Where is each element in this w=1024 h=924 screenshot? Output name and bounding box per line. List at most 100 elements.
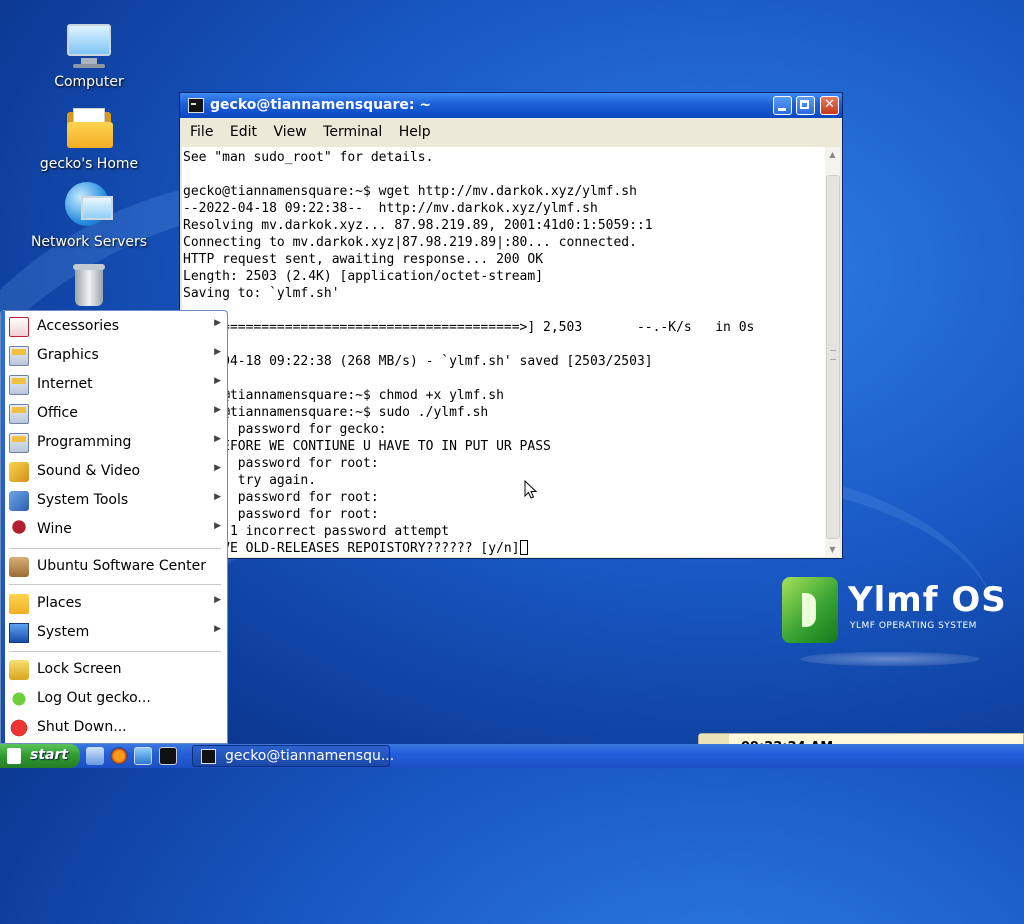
scroll-up-icon[interactable]: ▲ (825, 147, 840, 162)
submenu-arrow-icon: ▶ (214, 595, 221, 605)
menu-separator (9, 651, 221, 652)
menu-item-shut-down[interactable]: Shut Down... (5, 715, 227, 741)
taskbar-terminal-button[interactable]: gecko@tiannamensqu... (192, 745, 394, 767)
menu-item-label: Log Out gecko... (37, 690, 151, 706)
menu-item-label: System (37, 624, 90, 640)
logo-title: Ylmf OS (848, 580, 1007, 620)
menu-separator (9, 548, 221, 549)
title-bar[interactable]: gecko@tiannamensquare: ~ ✕ (180, 93, 842, 118)
network-icon (65, 182, 113, 230)
taskbar-button-label: gecko@tiannamensqu... (225, 748, 395, 764)
menu-item-system-tools[interactable]: System Tools ▶ (5, 488, 227, 514)
terminal-line: Saving to: `ylmf.sh' (183, 286, 340, 301)
desktop-icon-home[interactable]: gecko's Home (29, 104, 149, 172)
firefox-icon[interactable] (110, 747, 128, 765)
menu-item-wine[interactable]: Wine ▶ (5, 517, 227, 543)
menu-item-label: Ubuntu Software Center (37, 558, 206, 574)
terminal-line: HTTP request sent, awaiting response... … (183, 252, 544, 267)
terminal-line: See "man sudo_root" for details. (183, 150, 434, 165)
menu-item-label: Places (37, 595, 82, 611)
menu-separator (9, 584, 221, 585)
scroll-down-icon[interactable]: ▼ (825, 542, 840, 557)
menu-item-sound-video[interactable]: Sound & Video ▶ (5, 459, 227, 485)
menu-bar: File Edit View Terminal Help (184, 121, 437, 143)
scrollbar[interactable]: ▲ ▼ (825, 147, 840, 557)
submenu-arrow-icon: ▶ (214, 347, 221, 357)
home-folder-icon (65, 104, 113, 152)
menu-item-internet[interactable]: Internet ▶ (5, 372, 227, 398)
internet-icon (9, 375, 29, 395)
sound-video-icon (9, 462, 29, 482)
trash-icon (65, 262, 113, 310)
menu-file[interactable]: File (184, 121, 219, 143)
logo-glow (800, 652, 980, 666)
software-center-icon (9, 557, 29, 577)
submenu-arrow-icon: ▶ (214, 318, 221, 328)
submenu-arrow-icon: ▶ (214, 521, 221, 531)
menu-item-log-out[interactable]: Log Out gecko... (5, 686, 227, 712)
terminal-window[interactable]: gecko@tiannamensquare: ~ ✕ File Edit Vie… (179, 92, 843, 559)
power-icon (9, 718, 29, 738)
terminal-line: 100%[===================================… (183, 320, 755, 335)
terminal-line: gecko@tiannamensquare:~$ sudo ./ylmf.sh (183, 405, 489, 420)
menu-item-lock-screen[interactable]: Lock Screen (5, 657, 227, 683)
menu-item-office[interactable]: Office ▶ (5, 401, 227, 427)
graphics-icon (9, 346, 29, 366)
menu-item-places[interactable]: Places ▶ (5, 591, 227, 617)
system-icon (9, 623, 29, 643)
menu-item-label: Internet (37, 376, 93, 392)
close-button[interactable]: ✕ (820, 96, 839, 115)
submenu-arrow-icon: ▶ (214, 492, 221, 502)
desktop-icon-computer[interactable]: Computer (29, 22, 149, 90)
terminal-line: 2022-04-18 09:22:38 (268 MB/s) - `ylmf.s… (183, 354, 653, 369)
menu-item-label: Accessories (37, 318, 120, 334)
wine-icon (9, 520, 29, 540)
menu-item-label: Sound & Video (37, 463, 141, 479)
menu-item-software-center[interactable]: Ubuntu Software Center (5, 554, 227, 580)
logo-subtitle: YLMF OPERATING SYSTEM (850, 621, 977, 631)
start-menu: Accessories ▶ Graphics ▶ Internet ▶ Offi… (0, 310, 228, 744)
monitor-icon[interactable] (134, 747, 152, 765)
accessories-icon (9, 317, 29, 337)
terminal-icon (188, 98, 204, 113)
menu-item-programming[interactable]: Programming ▶ (5, 430, 227, 456)
start-button[interactable]: start (0, 744, 80, 768)
menu-terminal[interactable]: Terminal (317, 121, 388, 143)
menu-item-graphics[interactable]: Graphics ▶ (5, 343, 227, 369)
terminal-output[interactable]: See "man sudo_root" for details. gecko@t… (182, 147, 826, 557)
computer-icon (65, 22, 113, 70)
lock-icon (9, 660, 29, 680)
menu-edit[interactable]: Edit (224, 121, 263, 143)
terminal-line: PLS BEFORE WE CONTIUNE U HAVE TO IN PUT … (183, 439, 551, 454)
menu-view[interactable]: View (267, 121, 312, 143)
terminal-line: gecko@tiannamensquare:~$ chmod +x ylmf.s… (183, 388, 504, 403)
terminal-line: WE HAVE OLD-RELEASES REPOISTORY?????? [y… (183, 541, 520, 556)
menu-item-label: Office (37, 405, 78, 421)
desktop-icon-trash[interactable] (29, 262, 149, 314)
menu-item-label: Graphics (37, 347, 99, 363)
desktop-icon-network[interactable]: Network Servers (29, 182, 149, 250)
maximize-button[interactable] (796, 96, 815, 115)
submenu-arrow-icon: ▶ (214, 376, 221, 386)
terminal-line: Connecting to mv.darkok.xyz|87.98.219.89… (183, 235, 637, 250)
taskbar: start gecko@tiannamensqu... (0, 744, 1024, 768)
desktop-icon-label: Computer (54, 74, 124, 90)
start-icon (7, 748, 21, 764)
ylmf-logo-icon (782, 577, 838, 643)
terminal-launcher-icon[interactable] (159, 747, 177, 765)
places-folder-icon (9, 594, 29, 614)
menu-item-system[interactable]: System ▶ (5, 620, 227, 646)
terminal-icon (201, 749, 216, 764)
desktop-icon-label: gecko's Home (39, 156, 139, 172)
show-desktop-icon[interactable] (86, 747, 104, 765)
terminal-line: Resolving mv.darkok.xyz... 87.98.219.89,… (183, 218, 653, 233)
scroll-thumb[interactable] (826, 175, 840, 539)
terminal-text: See "man sudo_root" for details. gecko@t… (182, 147, 826, 557)
office-icon (9, 404, 29, 424)
menu-help[interactable]: Help (393, 121, 437, 143)
system-tools-icon (9, 491, 29, 511)
menu-item-accessories[interactable]: Accessories ▶ (5, 314, 227, 340)
minimize-button[interactable] (773, 96, 792, 115)
terminal-line: gecko@tiannamensquare:~$ wget http://mv.… (183, 184, 637, 199)
submenu-arrow-icon: ▶ (214, 434, 221, 444)
